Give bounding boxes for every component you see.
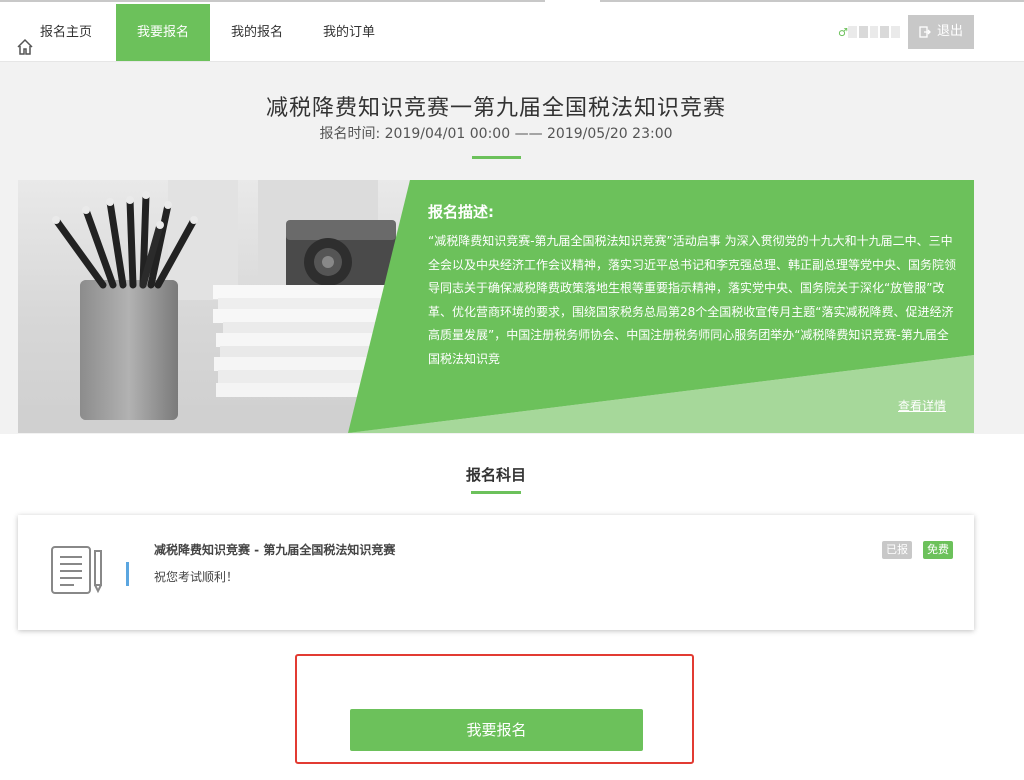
section-title: 报名科目 [465,466,526,484]
section-underline [471,491,521,494]
subject-accent-bar [126,562,129,586]
signup-time: 报名时间: 2019/04/01 00:00 —— 2019/05/20 23:… [319,126,673,142]
title-underline [472,156,521,159]
user-name-blurred: ♂ [838,20,900,44]
top-nav: 报名主页 我要报名 我的报名 我的订单 ♂ 退出 [0,0,1024,62]
registered-badge: 已报 [882,541,912,559]
logout-button[interactable]: 退出 [908,15,974,49]
subject-title: 减税降费知识竞赛 - 第九届全国税法知识竞赛 [154,543,396,557]
free-badge: 免费 [923,541,953,559]
nav-tab-signup[interactable]: 我要报名 [116,4,210,61]
nav-home-label: 报名主页 [40,25,93,40]
subject-subtitle: 祝您考试顺利！ [154,570,239,584]
logout-icon [919,26,931,38]
document-icon [50,545,106,597]
nav-tab-my-orders[interactable]: 我的订单 [312,4,386,61]
home-icon [16,24,34,55]
desc-text: “减税降费知识竞赛-第九届全国税法知识竞赛”活动启事 为深入贯彻党的十九大和十九… [428,234,957,366]
top-border [0,0,545,2]
view-details-link[interactable]: 查看详情 [898,397,946,414]
desc-title: 报名描述: [428,203,494,221]
user-icon: ♂ [838,25,848,39]
top-border [600,0,1024,2]
signup-button[interactable]: 我要报名 [350,709,643,751]
nav-home[interactable]: 报名主页 [16,4,106,61]
nav-tab-my-signups[interactable]: 我的报名 [222,4,292,61]
page-title: 减税降费知识竞赛一第九届全国税法知识竞赛 [265,96,726,121]
logout-label: 退出 [936,24,963,39]
